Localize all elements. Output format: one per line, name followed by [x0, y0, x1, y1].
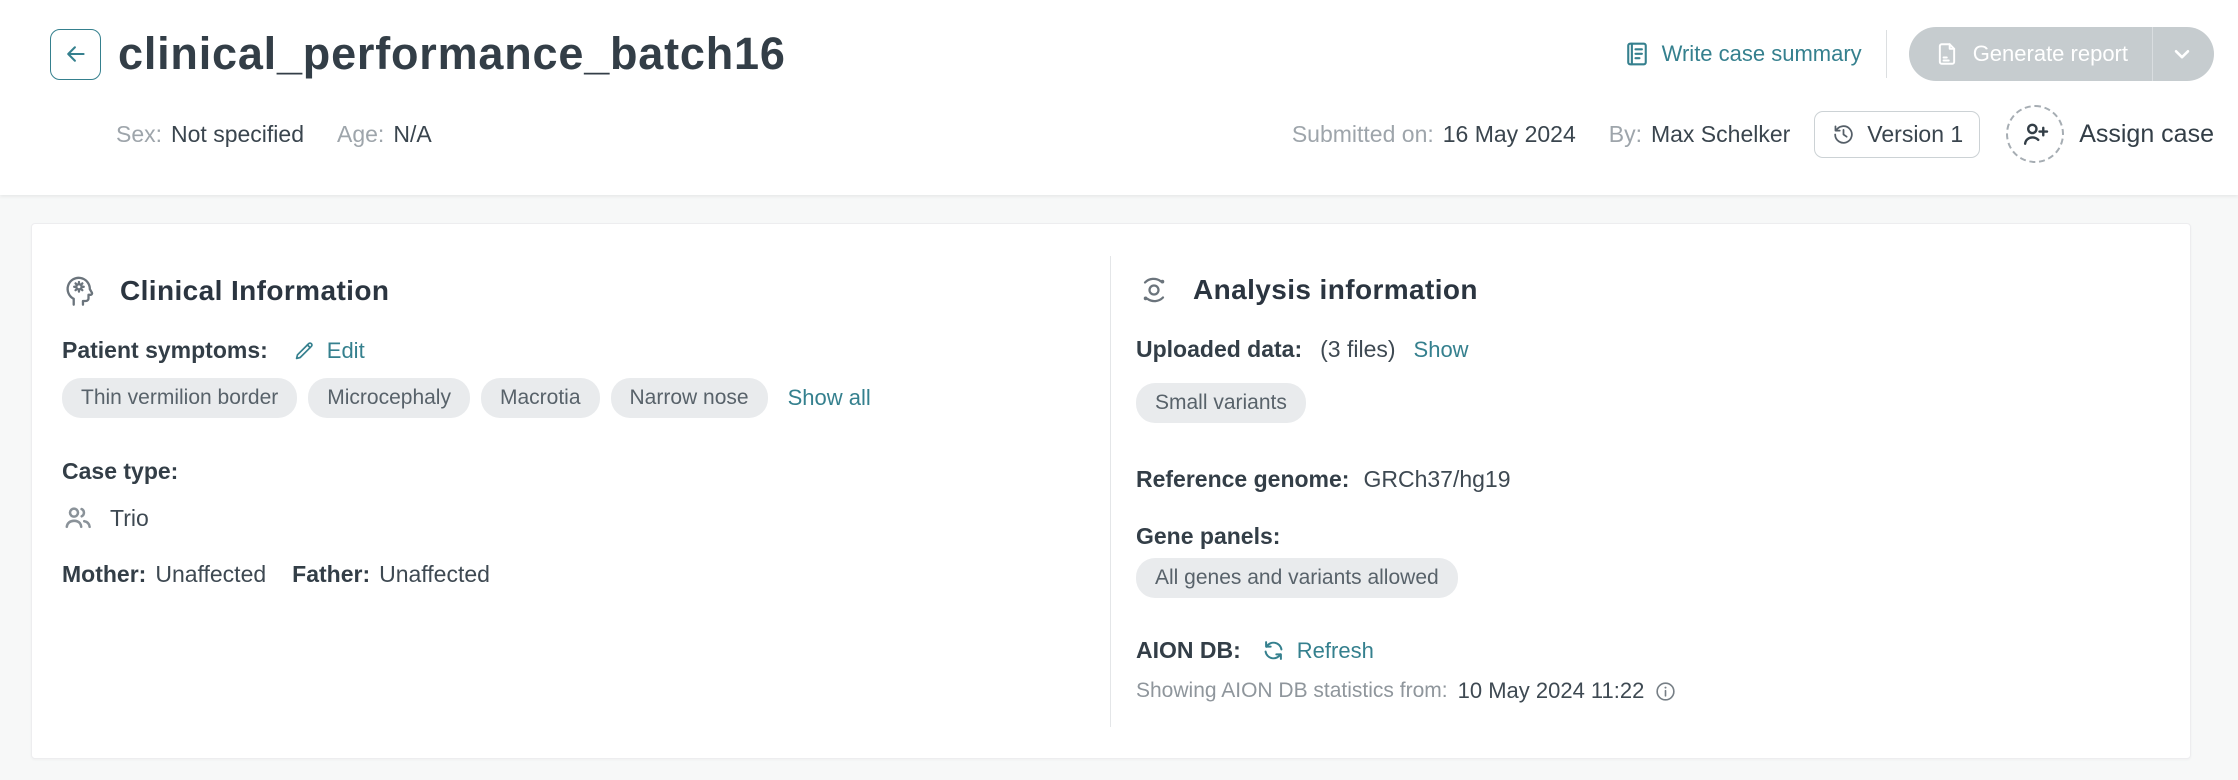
history-clock-icon: [1831, 122, 1856, 147]
submitted-on-value: 16 May 2024: [1443, 121, 1576, 148]
by-label: By:: [1609, 121, 1642, 148]
sex-value: Not specified: [171, 121, 304, 148]
back-button[interactable]: [50, 29, 101, 80]
submitted-on-label: Submitted on:: [1292, 121, 1434, 148]
refresh-label: Refresh: [1297, 638, 1374, 664]
analysis-information-title: Analysis information: [1193, 274, 1478, 306]
sex-label: Sex:: [116, 121, 162, 148]
assign-case-label[interactable]: Assign case: [2079, 120, 2214, 149]
symptom-tag: Narrow nose: [611, 378, 768, 418]
case-title: clinical_performance_batch16: [118, 28, 786, 80]
person-plus-icon: [2019, 118, 2051, 150]
generate-report-menu-button[interactable]: [2153, 27, 2214, 81]
case-info-card: Clinical Information Patient symptoms: E…: [31, 223, 2191, 759]
edit-symptoms-button[interactable]: Edit: [292, 338, 365, 364]
father-value: Unaffected: [379, 561, 490, 588]
show-files-link[interactable]: Show: [1414, 337, 1469, 363]
assign-case-button[interactable]: [2006, 105, 2064, 163]
aion-db-label: AION DB:: [1136, 637, 1241, 664]
patient-symptoms-label: Patient symptoms:: [62, 337, 268, 364]
reference-genome-value: GRCh37/hg19: [1363, 466, 1510, 493]
gene-panel-tags: All genes and variants allowed: [1136, 558, 2150, 598]
version-label: Version 1: [1867, 121, 1963, 148]
write-case-summary-button[interactable]: Write case summary: [1623, 40, 1862, 68]
aion-stats-value: 10 May 2024 11:22: [1458, 678, 1645, 704]
symptom-tags: Thin vermilion border Microcephaly Macro…: [62, 378, 1070, 418]
case-header: clinical_performance_batch16 Write case …: [0, 0, 2238, 195]
data-type-tag: Small variants: [1136, 383, 1306, 423]
report-file-icon: [1934, 41, 1960, 67]
data-type-tags: Small variants: [1136, 383, 2150, 423]
write-case-summary-label: Write case summary: [1662, 41, 1862, 67]
uploaded-data-count: (3 files): [1320, 336, 1395, 363]
show-all-symptoms-link[interactable]: Show all: [788, 385, 871, 411]
edit-label: Edit: [327, 338, 365, 364]
case-type-value: Trio: [110, 505, 149, 532]
clinical-information-title: Clinical Information: [120, 275, 389, 307]
symptom-tag: Microcephaly: [308, 378, 470, 418]
header-divider: [1886, 30, 1887, 78]
age-label: Age:: [337, 121, 384, 148]
case-type-label: Case type:: [62, 458, 178, 485]
head-gear-icon: [62, 272, 99, 309]
mother-value: Unaffected: [155, 561, 266, 588]
symptom-tag: Macrotia: [481, 378, 600, 418]
case-meta: Submitted on: 16 May 2024 By: Max Schelk…: [1292, 105, 2214, 163]
people-icon: [62, 502, 94, 534]
by-value: Max Schelker: [1651, 121, 1790, 148]
reference-genome-label: Reference genome:: [1136, 466, 1349, 493]
journal-text-icon: [1623, 40, 1651, 68]
mother-label: Mother:: [62, 561, 146, 588]
gene-panel-tag: All genes and variants allowed: [1136, 558, 1458, 598]
patient-meta: Sex: Not specified Age: N/A: [116, 121, 432, 148]
gene-panels-label: Gene panels:: [1136, 523, 1280, 550]
chevron-down-icon: [2169, 41, 2195, 67]
clinical-information-section: Clinical Information Patient symptoms: E…: [32, 224, 1110, 758]
symptom-tag: Thin vermilion border: [62, 378, 297, 418]
analysis-information-section: Analysis information Uploaded data: (3 f…: [1111, 224, 2190, 758]
uploaded-data-label: Uploaded data:: [1136, 336, 1302, 363]
analysis-orbit-icon: [1136, 272, 1172, 308]
pencil-icon: [292, 339, 316, 363]
generate-report-button[interactable]: Generate report: [1909, 27, 2214, 81]
refresh-icon: [1261, 638, 1286, 663]
generate-report-label: Generate report: [1973, 41, 2128, 67]
aion-stats-label: Showing AION DB statistics from:: [1136, 679, 1448, 703]
info-icon[interactable]: [1654, 680, 1677, 703]
refresh-aion-db-button[interactable]: Refresh: [1261, 638, 1374, 664]
age-value: N/A: [393, 121, 431, 148]
version-button[interactable]: Version 1: [1814, 111, 1980, 158]
arrow-left-icon: [63, 41, 89, 67]
father-label: Father:: [292, 561, 370, 588]
